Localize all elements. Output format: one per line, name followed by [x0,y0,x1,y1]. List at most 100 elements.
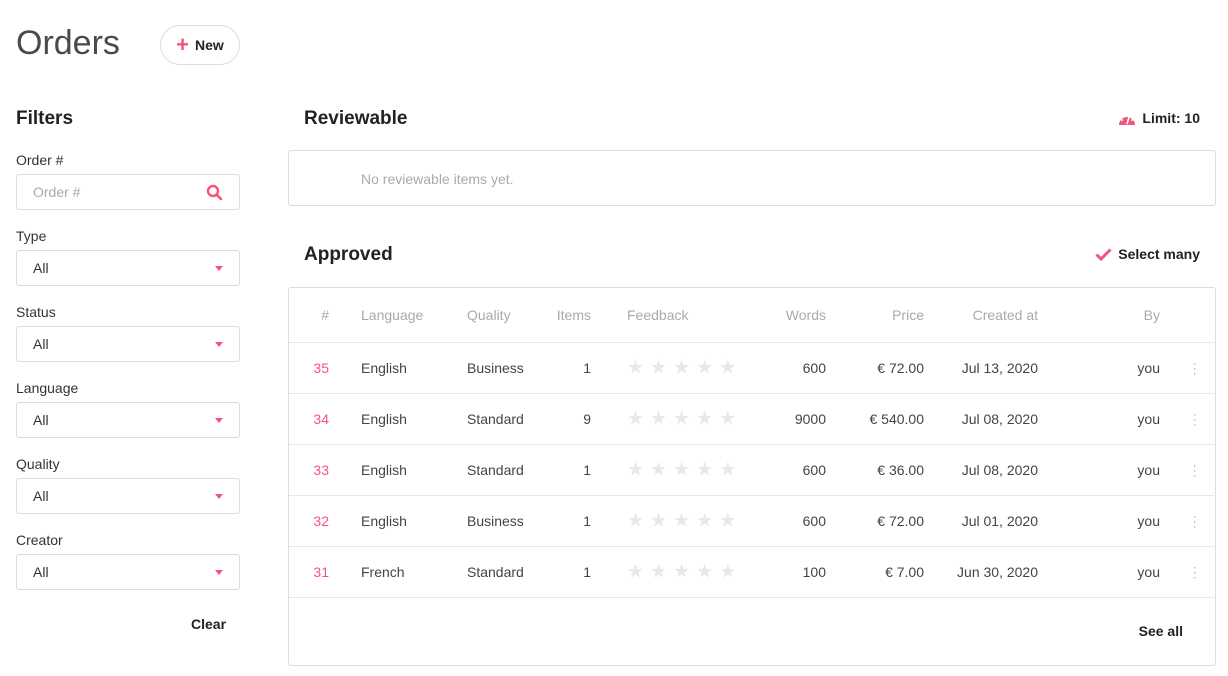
star-icon[interactable]: ★ [650,408,667,431]
cell-id[interactable]: 34 [313,411,329,427]
column-header[interactable]: Quality [467,307,511,323]
feedback-rating[interactable]: ★ ★ ★ ★ ★ [627,459,736,482]
column-header[interactable]: Words [786,307,826,323]
cell-items: 1 [583,462,591,478]
cell-created: Jul 13, 2020 [961,360,1038,376]
select-value: All [33,564,49,580]
search-icon[interactable] [206,184,223,201]
star-icon[interactable]: ★ [627,408,644,431]
chevron-down-icon [215,569,223,575]
star-icon[interactable]: ★ [650,561,667,584]
cell-created: Jun 30, 2020 [957,564,1038,580]
star-icon[interactable]: ★ [673,561,690,584]
plus-icon: + [176,32,190,57]
clear-filters-button[interactable]: Clear [191,616,226,632]
cell-language: English [361,513,407,529]
creator-filter-select[interactable]: All [16,554,240,590]
new-order-button[interactable]: + New [160,25,240,65]
star-icon[interactable]: ★ [696,408,713,431]
table-row[interactable]: 32 English Business 1 ★ ★ ★ ★ ★ 600 € 72.00 Jul 01,… [289,495,1214,546]
column-header[interactable]: Price [892,307,924,323]
more-options-icon[interactable]: · · · [1192,407,1197,431]
cell-id[interactable]: 33 [313,462,329,478]
more-options-icon[interactable]: · · · [1192,356,1197,380]
select-many-button[interactable]: Select many [1095,246,1200,262]
star-icon[interactable]: ★ [673,357,690,380]
cell-words: 600 [802,360,826,376]
reviewable-empty-text: No reviewable items yet. [361,171,514,187]
select-value: All [33,336,49,352]
type-filter-select[interactable]: All [16,250,240,286]
reviewable-panel: No reviewable items yet. [288,150,1216,206]
cell-by: you [1137,513,1160,529]
quality-filter-select[interactable]: All [16,478,240,514]
column-header[interactable]: Items [557,307,591,323]
star-icon[interactable]: ★ [627,561,644,584]
creator-filter-label: Creator [16,532,63,548]
cell-words: 9000 [794,411,826,427]
star-icon[interactable]: ★ [696,459,713,482]
cell-language: English [361,411,407,427]
feedback-rating[interactable]: ★ ★ ★ ★ ★ [627,357,736,380]
speedometer-icon [1119,114,1136,125]
feedback-rating[interactable]: ★ ★ ★ ★ ★ [627,561,736,584]
cell-price: € 540.00 [869,411,925,427]
column-header[interactable]: Created at [973,307,1038,323]
status-filter-select[interactable]: All [16,326,240,362]
language-filter-select[interactable]: All [16,402,240,438]
see-all-link[interactable]: See all [1139,623,1183,639]
approved-title: Approved [304,244,393,265]
limit-indicator: Limit: 10 [1118,110,1200,126]
star-icon[interactable]: ★ [719,357,736,380]
table-row[interactable]: 34 English Standard 9 ★ ★ ★ ★ ★ 9000 € 540.00 Jul 0… [289,393,1214,444]
star-icon[interactable]: ★ [627,510,644,533]
cell-quality: Business [467,513,524,529]
cell-id[interactable]: 31 [313,564,329,580]
cell-words: 100 [802,564,826,580]
star-icon[interactable]: ★ [650,459,667,482]
column-header[interactable]: Language [361,307,423,323]
star-icon[interactable]: ★ [627,357,644,380]
star-icon[interactable]: ★ [673,510,690,533]
star-icon[interactable]: ★ [696,357,713,380]
star-icon[interactable]: ★ [673,459,690,482]
cell-id[interactable]: 35 [313,360,329,376]
cell-id[interactable]: 32 [313,513,329,529]
star-icon[interactable]: ★ [696,510,713,533]
order-number-input[interactable]: Order # [16,174,240,210]
cell-created: Jul 08, 2020 [961,411,1038,427]
select-many-label: Select many [1118,246,1200,262]
star-icon[interactable]: ★ [627,459,644,482]
order-number-placeholder: Order # [33,184,81,200]
star-icon[interactable]: ★ [719,561,736,584]
check-icon [1095,247,1112,261]
chevron-down-icon [215,417,223,423]
cell-items: 1 [583,513,591,529]
cell-quality: Business [467,360,524,376]
more-options-icon[interactable]: · · · [1192,509,1197,533]
star-icon[interactable]: ★ [719,510,736,533]
feedback-rating[interactable]: ★ ★ ★ ★ ★ [627,510,736,533]
cell-price: € 36.00 [877,462,924,478]
cell-by: you [1137,411,1160,427]
divider [289,597,1214,598]
table-row[interactable]: 33 English Standard 1 ★ ★ ★ ★ ★ 600 € 36.00 Jul 08,… [289,444,1214,495]
star-icon[interactable]: ★ [719,459,736,482]
star-icon[interactable]: ★ [650,510,667,533]
limit-text: Limit: 10 [1142,110,1200,126]
column-header[interactable]: # [321,307,329,323]
table-row[interactable]: 35 English Business 1 ★ ★ ★ ★ ★ 600 € 72.00 Jul 13,… [289,342,1214,393]
more-options-icon[interactable]: · · · [1192,560,1197,584]
cell-price: € 72.00 [877,360,924,376]
column-header[interactable]: Feedback [627,307,688,323]
star-icon[interactable]: ★ [650,357,667,380]
feedback-rating[interactable]: ★ ★ ★ ★ ★ [627,408,736,431]
cell-words: 600 [802,513,826,529]
column-header[interactable]: By [1144,307,1160,323]
star-icon[interactable]: ★ [719,408,736,431]
star-icon[interactable]: ★ [696,561,713,584]
more-options-icon[interactable]: · · · [1192,458,1197,482]
star-icon[interactable]: ★ [673,408,690,431]
table-row[interactable]: 31 French Standard 1 ★ ★ ★ ★ ★ 100 € 7.00 Jun 30, 2… [289,546,1214,597]
filters-title: Filters [16,108,74,129]
